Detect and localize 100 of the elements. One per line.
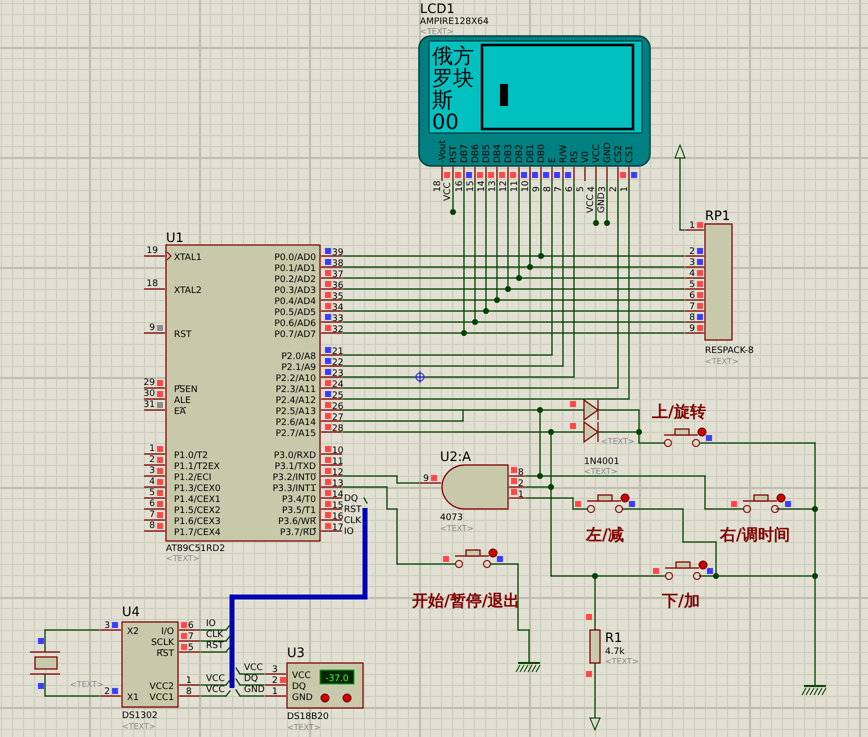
lcd-text: 斯	[432, 88, 453, 112]
button-actuator-icon[interactable]	[620, 494, 630, 502]
reference-label: R1	[605, 631, 622, 646]
pin-number: 31	[144, 400, 155, 410]
button-caption: 开始/暂停/退出	[412, 591, 520, 610]
net-label: RST	[344, 505, 362, 515]
pin-number: 3	[104, 621, 110, 631]
button-actuator-icon[interactable]	[776, 494, 786, 502]
pin-number: 26	[332, 402, 344, 412]
pin-label: P2.0/A8	[281, 352, 316, 362]
pin-number: 7	[554, 186, 564, 192]
part-name-label: 1N4001	[584, 457, 620, 467]
pin-label: P3.0/RXD	[274, 451, 316, 461]
pin-number: 3	[272, 665, 278, 675]
net-label: GND	[597, 192, 607, 213]
wire	[594, 663, 596, 718]
pin-label: DB6	[471, 144, 481, 163]
pin-number: 27	[332, 413, 344, 423]
pin-label: P0.5/AD5	[274, 308, 316, 318]
pin-number: 5	[689, 280, 695, 290]
pin-number: 1	[186, 676, 192, 686]
pin-label: DB0	[537, 144, 547, 163]
pin-number: 16	[332, 512, 344, 522]
net-label: CLK	[206, 630, 224, 640]
pin-number: 6	[565, 186, 575, 192]
adjust-knob-icon[interactable]	[320, 694, 330, 702]
pin-number: 23	[332, 369, 344, 379]
pin-number: 1	[620, 186, 630, 192]
pin-number: 8	[186, 687, 192, 697]
pin-label: P2.3/A11	[276, 385, 316, 395]
net-label: IO	[206, 619, 216, 629]
push-button-drawing[interactable]	[665, 561, 701, 580]
button-actuator-icon[interactable]	[698, 560, 708, 570]
pin-number: 29	[144, 378, 155, 388]
button-caption: 下/加	[662, 591, 700, 610]
pin-label: P2.4/A12	[276, 396, 316, 406]
button-actuator-icon[interactable]	[698, 428, 706, 436]
text-placeholder-label: <TEXT>	[70, 680, 104, 689]
pin-label: DB3	[504, 144, 514, 163]
pin-number: 6	[689, 291, 695, 301]
junction-dot	[636, 429, 642, 435]
net-label: GND	[244, 685, 265, 695]
pin-label: P3.2/INT0	[272, 473, 316, 483]
pin-label: P1.0/T2	[174, 451, 208, 461]
pin-number: 3	[689, 258, 695, 268]
pin-label: P1.4/CEX1	[174, 495, 221, 505]
net-label: VCC	[244, 663, 263, 673]
part-name-label: AMPIRE128X64	[420, 17, 489, 27]
pin-number: 4	[689, 269, 695, 279]
push-button-drawing[interactable]	[455, 549, 491, 568]
ground-symbol	[802, 685, 826, 696]
pin-number: 30	[144, 389, 155, 399]
text-placeholder-label: <TEXT>	[584, 467, 618, 476]
junction-dot	[450, 209, 456, 215]
pin-label: V0	[581, 151, 591, 163]
pin-label: CS2	[614, 145, 624, 163]
pin-number: 35	[332, 292, 344, 302]
pin-label: XTAL1	[174, 253, 202, 263]
pin-label: VCC2	[150, 682, 174, 692]
pin-label: P3.5/T1	[282, 506, 316, 516]
pin-number: 2	[149, 455, 155, 465]
lcd-text: 俄方	[432, 44, 474, 68]
button-actuator-icon[interactable]	[488, 548, 498, 558]
junction-dot	[538, 253, 544, 259]
resistor	[589, 629, 601, 664]
diode	[583, 398, 600, 422]
net-label: CLK	[344, 516, 362, 526]
button-caption: 右/调时间	[720, 525, 790, 544]
push-button-drawing[interactable]	[743, 494, 779, 513]
power-terminal-icon	[674, 144, 686, 158]
pin-number: 2	[689, 247, 695, 257]
pin-number: 28	[332, 424, 344, 434]
pin-number: 2	[518, 479, 524, 489]
junction-dot	[516, 275, 522, 281]
temperature-reading: -37.0	[325, 674, 349, 684]
pin-number: 39	[332, 248, 344, 258]
push-button-drawing[interactable]	[664, 428, 700, 447]
pin-label: P2.5/A13	[276, 407, 316, 417]
pin-label: P3.4/T0	[282, 495, 316, 505]
net-label: RST	[206, 641, 224, 651]
reference-label: U1	[166, 231, 184, 246]
junction-dot	[527, 264, 533, 270]
text-placeholder-label: <TEXT>	[287, 723, 321, 732]
pin-number: 32	[332, 325, 344, 335]
pin-number: 2	[104, 687, 110, 697]
pin-number: 4	[149, 477, 155, 487]
junction-dot	[472, 319, 478, 325]
pin-label: VCC	[592, 144, 602, 163]
pin-label: X2	[127, 627, 139, 637]
pin-number: 2	[272, 676, 278, 686]
pin-label: DB1	[526, 144, 536, 163]
push-button-drawing[interactable]	[587, 494, 623, 513]
pin-number: 8	[689, 313, 695, 323]
adjust-knob-icon[interactable]	[342, 694, 352, 702]
temperature-display	[320, 670, 354, 684]
pin-label: DB7	[460, 144, 470, 163]
part-name-label: DS1302	[122, 711, 158, 721]
lcd-text: 00	[432, 110, 459, 134]
pin-label: P2.7/A15	[276, 429, 316, 439]
pin-number: 3	[598, 186, 608, 192]
